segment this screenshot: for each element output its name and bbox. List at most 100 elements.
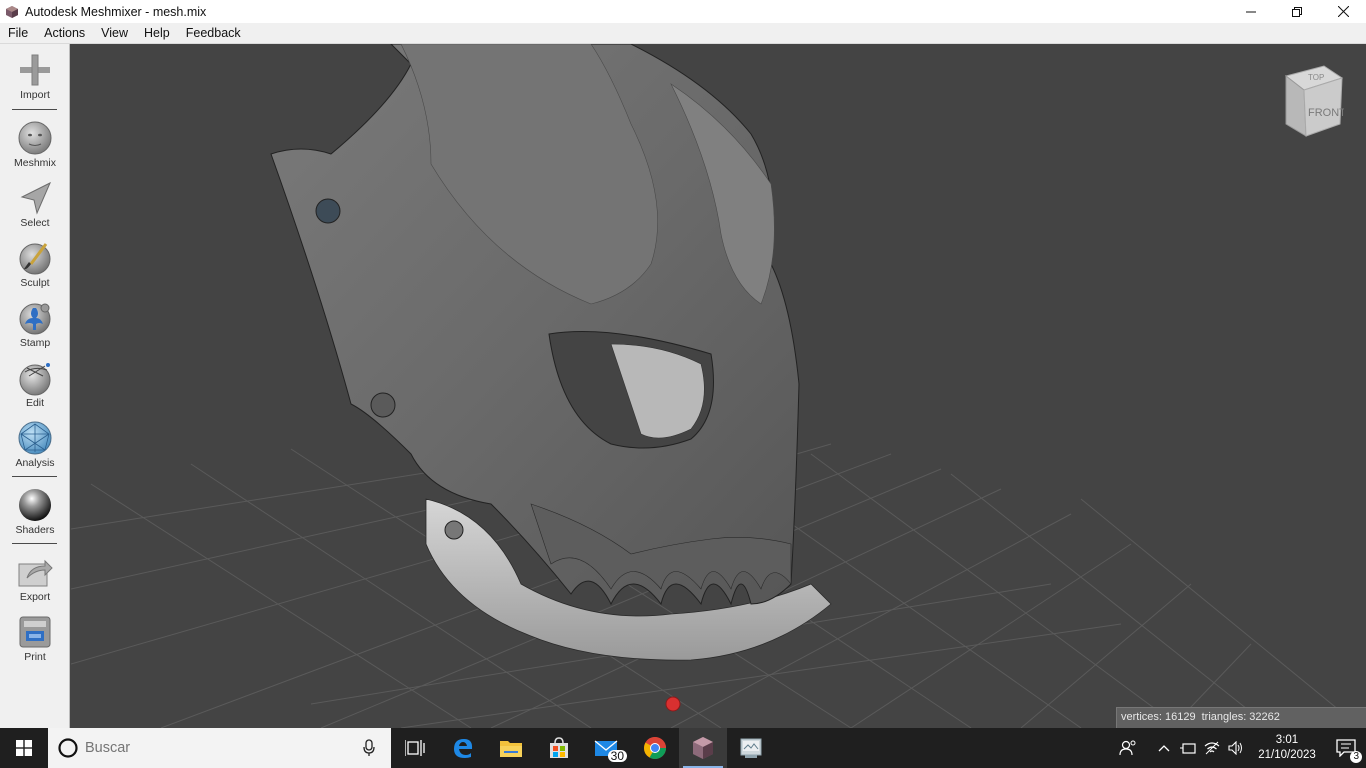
people-button[interactable] bbox=[1116, 728, 1140, 768]
clock-time: 3:01 bbox=[1275, 734, 1299, 746]
meshmix-tool-button[interactable]: Meshmix bbox=[0, 120, 70, 169]
print-label: Print bbox=[24, 651, 46, 663]
volume-button[interactable] bbox=[1224, 728, 1248, 768]
task-view-icon bbox=[405, 740, 425, 756]
window-title: Autodesk Meshmixer - mesh.mix bbox=[25, 4, 207, 19]
arrow-pointer-icon bbox=[20, 181, 52, 215]
export-icon bbox=[18, 559, 53, 587]
minimize-icon bbox=[1246, 11, 1256, 12]
mesh-model[interactable] bbox=[270, 44, 832, 661]
close-icon bbox=[1337, 6, 1349, 17]
printer-icon bbox=[19, 616, 51, 648]
view-cube-shape: TOP FRONT bbox=[1284, 65, 1344, 137]
microphone-icon[interactable] bbox=[363, 739, 375, 757]
pivot-marker[interactable] bbox=[665, 696, 681, 712]
toolbar-divider bbox=[12, 543, 57, 544]
print-tool-button[interactable]: Print bbox=[0, 614, 70, 663]
chrome-icon bbox=[644, 737, 666, 759]
close-button[interactable] bbox=[1320, 0, 1366, 23]
show-hidden-icons-button[interactable] bbox=[1152, 728, 1176, 768]
shaders-tool-button[interactable]: Shaders bbox=[0, 487, 70, 536]
export-label: Export bbox=[19, 591, 51, 603]
triangles-label: triangles: bbox=[1201, 711, 1247, 723]
menu-help[interactable]: Help bbox=[136, 23, 178, 44]
battery-plug-icon bbox=[1180, 743, 1196, 754]
start-button[interactable] bbox=[0, 728, 48, 768]
vertices-count: 16129 bbox=[1164, 711, 1196, 723]
speaker-icon bbox=[1228, 741, 1242, 755]
wifi-icon bbox=[1204, 741, 1220, 755]
menu-feedback[interactable]: Feedback bbox=[178, 23, 249, 44]
analysis-label: Analysis bbox=[15, 457, 55, 469]
menu-view[interactable]: View bbox=[93, 23, 136, 44]
view-cube-front-label[interactable]: FRONT bbox=[1308, 107, 1344, 119]
restore-button[interactable] bbox=[1274, 0, 1320, 23]
clock-date: 21/10/2023 bbox=[1258, 749, 1316, 761]
triangles-count: 32262 bbox=[1249, 711, 1280, 723]
3d-viewport[interactable]: TOP FRONT vertices: 16129 triangles: 32262 bbox=[71, 44, 1366, 728]
edit-tool-button[interactable]: Edit bbox=[0, 360, 70, 409]
chrome-button[interactable] bbox=[631, 728, 679, 768]
stamp-label: Stamp bbox=[19, 337, 51, 349]
cortana-circle-icon bbox=[58, 738, 78, 758]
left-toolbar: Import Meshmix Select Sculpt Stamp Edit … bbox=[0, 44, 70, 728]
menu-bar: File Actions View Help Feedback bbox=[0, 23, 1366, 44]
notifications-count-badge: 3 bbox=[1350, 751, 1362, 763]
minimize-button[interactable] bbox=[1228, 0, 1274, 23]
meshmixer-app-icon bbox=[6, 5, 18, 18]
edit-label: Edit bbox=[25, 397, 45, 409]
photo-app-icon bbox=[740, 738, 762, 758]
view-cube[interactable]: TOP FRONT bbox=[1278, 64, 1344, 140]
meshmixer-icon bbox=[693, 737, 713, 759]
analysis-sphere-icon bbox=[18, 421, 52, 455]
people-icon bbox=[1119, 740, 1136, 756]
chevron-up-icon bbox=[1158, 745, 1170, 752]
system-clock[interactable]: 3:01 21/10/2023 bbox=[1252, 733, 1322, 763]
meshmix-label: Meshmix bbox=[13, 157, 56, 169]
mail-button[interactable]: 30 bbox=[583, 728, 631, 768]
vertices-label: vertices: bbox=[1121, 711, 1162, 723]
search-input[interactable] bbox=[85, 740, 335, 756]
wifi-button[interactable] bbox=[1200, 728, 1224, 768]
taskbar-search-box[interactable] bbox=[48, 728, 391, 768]
microsoft-store-button[interactable] bbox=[535, 728, 583, 768]
toolbar-divider bbox=[12, 476, 57, 477]
system-tray: 3:01 21/10/2023 3 bbox=[1116, 728, 1366, 768]
windows-logo-icon bbox=[16, 740, 32, 756]
restore-icon bbox=[1292, 6, 1302, 17]
task-view-button[interactable] bbox=[391, 728, 439, 768]
plus-icon bbox=[20, 54, 50, 86]
select-tool-button[interactable]: Select bbox=[0, 180, 70, 229]
export-tool-button[interactable]: Export bbox=[0, 554, 70, 603]
file-explorer-button[interactable] bbox=[487, 728, 535, 768]
edit-sphere-icon bbox=[19, 363, 51, 396]
shader-ball-icon bbox=[19, 489, 51, 521]
folder-icon bbox=[500, 741, 522, 757]
import-tool-button[interactable]: Import bbox=[0, 52, 70, 101]
store-bag-icon bbox=[550, 737, 568, 758]
sculpt-label: Sculpt bbox=[20, 277, 50, 289]
scene-canvas bbox=[71, 44, 1362, 728]
brush-sphere-icon bbox=[19, 243, 51, 275]
meshmixer-taskbar-button[interactable] bbox=[679, 728, 727, 768]
view-cube-top-label[interactable]: TOP bbox=[1308, 73, 1324, 82]
title-bar: Autodesk Meshmixer - mesh.mix bbox=[0, 0, 1366, 23]
mesh-stats-readout: vertices: 16129 triangles: 32262 bbox=[1116, 707, 1366, 728]
mail-unread-badge: 30 bbox=[607, 750, 627, 762]
network-adapter-button[interactable] bbox=[1176, 728, 1200, 768]
analysis-tool-button[interactable]: Analysis bbox=[0, 420, 70, 469]
action-center-button[interactable]: 3 bbox=[1326, 728, 1366, 768]
stamp-tool-button[interactable]: Stamp bbox=[0, 300, 70, 349]
import-label: Import bbox=[20, 89, 50, 101]
image-viewer-taskbar-button[interactable] bbox=[727, 728, 775, 768]
menu-actions[interactable]: Actions bbox=[36, 23, 93, 44]
toolbar-divider bbox=[12, 109, 57, 110]
shaders-label: Shaders bbox=[15, 524, 55, 536]
menu-file[interactable]: File bbox=[0, 23, 36, 44]
bunny-face-icon bbox=[18, 121, 52, 155]
edge-browser-button[interactable] bbox=[439, 728, 487, 768]
select-label: Select bbox=[20, 217, 50, 229]
stamp-fleur-icon bbox=[19, 303, 51, 335]
edge-icon bbox=[454, 739, 473, 758]
sculpt-tool-button[interactable]: Sculpt bbox=[0, 240, 70, 289]
